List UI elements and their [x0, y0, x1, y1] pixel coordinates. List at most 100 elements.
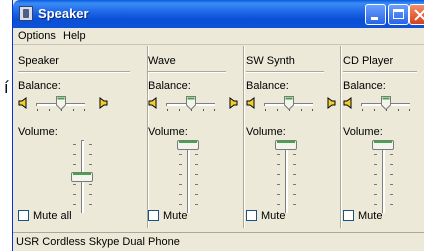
balance-tick [203, 109, 204, 111]
volume-thumb[interactable] [71, 172, 93, 182]
volume-tick [195, 174, 198, 175]
balance-slider[interactable] [343, 94, 424, 114]
volume-tick [390, 164, 393, 165]
balance-tick [49, 109, 50, 111]
balance-tick [179, 109, 180, 111]
mute-all-checkbox[interactable]: Mute all [18, 210, 72, 222]
balance-slider[interactable] [148, 94, 238, 114]
volume-tick [374, 174, 377, 175]
volume-tick [73, 154, 76, 155]
mute-label: Mute [358, 210, 383, 222]
balance-tick [73, 109, 74, 111]
balance-slider[interactable] [246, 94, 336, 114]
speaker-app-icon[interactable] [19, 6, 33, 21]
volume-tick [195, 194, 198, 195]
volume-tick [293, 174, 296, 175]
channel-cd-player: CD Player Balance: Volume: Mute [343, 46, 423, 228]
menu-help[interactable]: Help [63, 30, 86, 42]
balance-tick [37, 109, 38, 111]
balance-thumb[interactable] [381, 96, 391, 111]
volume-tick [374, 164, 377, 165]
balance-slider[interactable] [18, 94, 108, 114]
checkbox-box[interactable] [148, 210, 159, 221]
volume-thumb[interactable] [372, 140, 394, 150]
volume-tick [179, 204, 182, 205]
volume-tick [293, 184, 296, 185]
mute-checkbox[interactable]: Mute [148, 210, 187, 222]
volume-tick [73, 194, 76, 195]
speaker-left-icon [148, 97, 160, 109]
balance-label: Balance: [246, 80, 289, 92]
balance-label: Balance: [148, 80, 191, 92]
volume-tick [195, 204, 198, 205]
balance-tick [265, 109, 266, 111]
checkbox-box[interactable] [246, 210, 257, 221]
checkbox-box[interactable] [343, 210, 354, 221]
channel-wave: Wave Balance: Volume: Mute [148, 46, 238, 228]
volume-tick [89, 204, 92, 205]
balance-tick [301, 109, 302, 111]
mute-label: Mute [261, 210, 286, 222]
volume-tick [374, 194, 377, 195]
mute-label: Mute all [33, 210, 72, 222]
checkbox-box[interactable] [18, 210, 29, 221]
channel-separator [340, 46, 342, 228]
volume-slider[interactable] [174, 140, 204, 216]
balance-tick [409, 109, 410, 111]
channel-speaker: Speaker Balance: Volume: Mute all [18, 46, 136, 228]
volume-label: Volume: [343, 126, 383, 138]
volume-tick [293, 154, 296, 155]
menu-bar: Options Help [13, 28, 424, 45]
volume-slider[interactable] [369, 140, 399, 216]
balance-thumb[interactable] [56, 96, 66, 111]
balance-tick [167, 109, 168, 111]
volume-tick [179, 184, 182, 185]
balance-label: Balance: [18, 80, 61, 92]
volume-tick [73, 184, 76, 185]
volume-tick [374, 154, 377, 155]
volume-thumb[interactable] [275, 140, 297, 150]
mute-checkbox[interactable]: Mute [343, 210, 382, 222]
volume-slider[interactable] [68, 140, 98, 216]
title-bar[interactable]: Speaker [13, 0, 424, 28]
speaker-mixer-window: Speaker Options Help USR Cordless Skype … [12, 0, 424, 251]
volume-tick [390, 154, 393, 155]
balance-thumb[interactable] [186, 96, 196, 111]
balance-tick [214, 109, 215, 111]
volume-slider[interactable] [272, 140, 302, 216]
menu-options[interactable]: Options [18, 30, 56, 42]
volume-tick [89, 144, 92, 145]
balance-tick [398, 109, 399, 111]
volume-thumb[interactable] [177, 140, 199, 150]
volume-tick [277, 204, 280, 205]
volume-label: Volume: [148, 126, 188, 138]
minimize-button[interactable] [365, 4, 386, 25]
volume-tick [390, 194, 393, 195]
balance-label: Balance: [343, 80, 386, 92]
channel-name: CD Player [343, 55, 394, 67]
balance-thumb[interactable] [284, 96, 294, 111]
volume-tick [390, 204, 393, 205]
volume-tick [195, 164, 198, 165]
close-button[interactable] [409, 4, 424, 25]
volume-track [187, 140, 190, 213]
channel-separator [243, 46, 245, 228]
volume-track [382, 140, 385, 213]
stray-character: í [4, 78, 9, 97]
volume-tick [293, 194, 296, 195]
maximize-button[interactable] [388, 4, 409, 25]
volume-tick [195, 154, 198, 155]
volume-tick [89, 184, 92, 185]
volume-tick [73, 164, 76, 165]
volume-tick [89, 194, 92, 195]
volume-tick [293, 204, 296, 205]
volume-tick [277, 184, 280, 185]
volume-tick [390, 184, 393, 185]
volume-tick [73, 204, 76, 205]
channel-sw-synth: SW Synth Balance: Volume: Mute [246, 46, 336, 228]
speaker-left-icon [18, 97, 30, 109]
volume-tick [179, 164, 182, 165]
mute-checkbox[interactable]: Mute [246, 210, 285, 222]
volume-tick [179, 154, 182, 155]
volume-tick [374, 204, 377, 205]
